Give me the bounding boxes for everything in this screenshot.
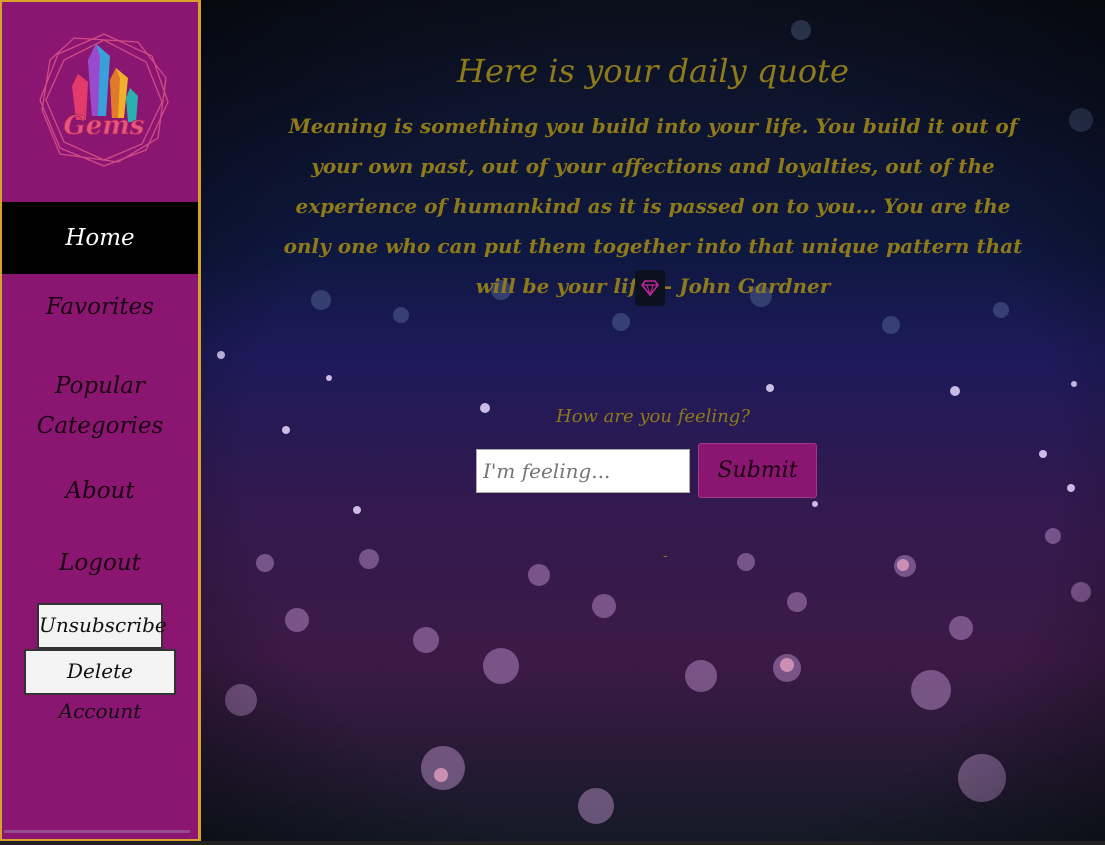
nav-home[interactable]: Home — [2, 202, 198, 274]
sidebar: Gems Home Favorites Popular Categories A… — [0, 0, 201, 841]
nav-about[interactable]: About — [2, 478, 198, 504]
nav-popular-line1: Popular — [55, 373, 145, 399]
gem-icon — [640, 280, 660, 297]
quote-title: Here is your daily quote — [457, 52, 849, 90]
feeling-prompt: How are you feeling? — [556, 406, 750, 427]
nav-popular-categories[interactable]: Popular Categories — [2, 366, 198, 446]
svg-text:Gems: Gems — [64, 111, 145, 141]
window-bottom-border — [0, 841, 1105, 845]
feeling-result-text: - — [663, 548, 668, 564]
unsubscribe-button[interactable]: Unsubscribe — [37, 603, 167, 649]
submit-button[interactable]: Submit — [698, 443, 817, 498]
nav-popular-line2: Categories — [36, 413, 164, 439]
nav-favorites[interactable]: Favorites — [2, 294, 198, 320]
favorite-gem-button[interactable] — [635, 270, 665, 306]
delete-account-button[interactable]: Delete Account — [24, 649, 176, 723]
sidebar-scrollbar[interactable] — [4, 830, 190, 833]
gems-logo[interactable]: Gems — [34, 26, 174, 171]
feeling-input[interactable] — [476, 449, 690, 493]
main-content: Here is your daily quote Meaning is some… — [201, 0, 1105, 845]
nav-logout[interactable]: Logout — [2, 550, 198, 576]
